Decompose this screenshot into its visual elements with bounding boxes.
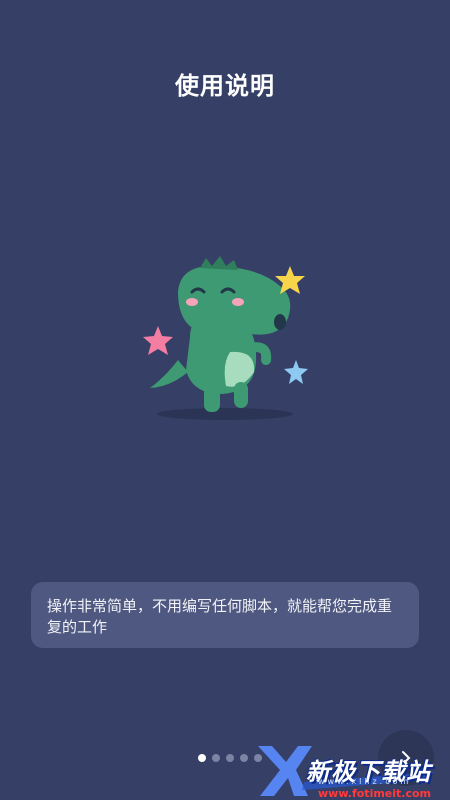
watermark-url: www.fotimeit.com <box>318 787 432 800</box>
page-dot[interactable] <box>240 754 248 762</box>
page-title: 使用说明 <box>175 72 275 100</box>
page-indicator <box>198 752 262 764</box>
dinosaur-illustration <box>143 256 308 420</box>
page-dot[interactable] <box>212 754 220 762</box>
page-dot[interactable] <box>226 754 234 762</box>
page-dot[interactable] <box>198 754 206 762</box>
description-card: 操作非常简单，不用编写任何脚本，就能帮您完成重复的工作 <box>31 582 419 648</box>
description-text: 操作非常简单，不用编写任何脚本，就能帮您完成重复的工作 <box>47 597 393 636</box>
watermark-sub: www.xlhz.com <box>318 777 412 786</box>
